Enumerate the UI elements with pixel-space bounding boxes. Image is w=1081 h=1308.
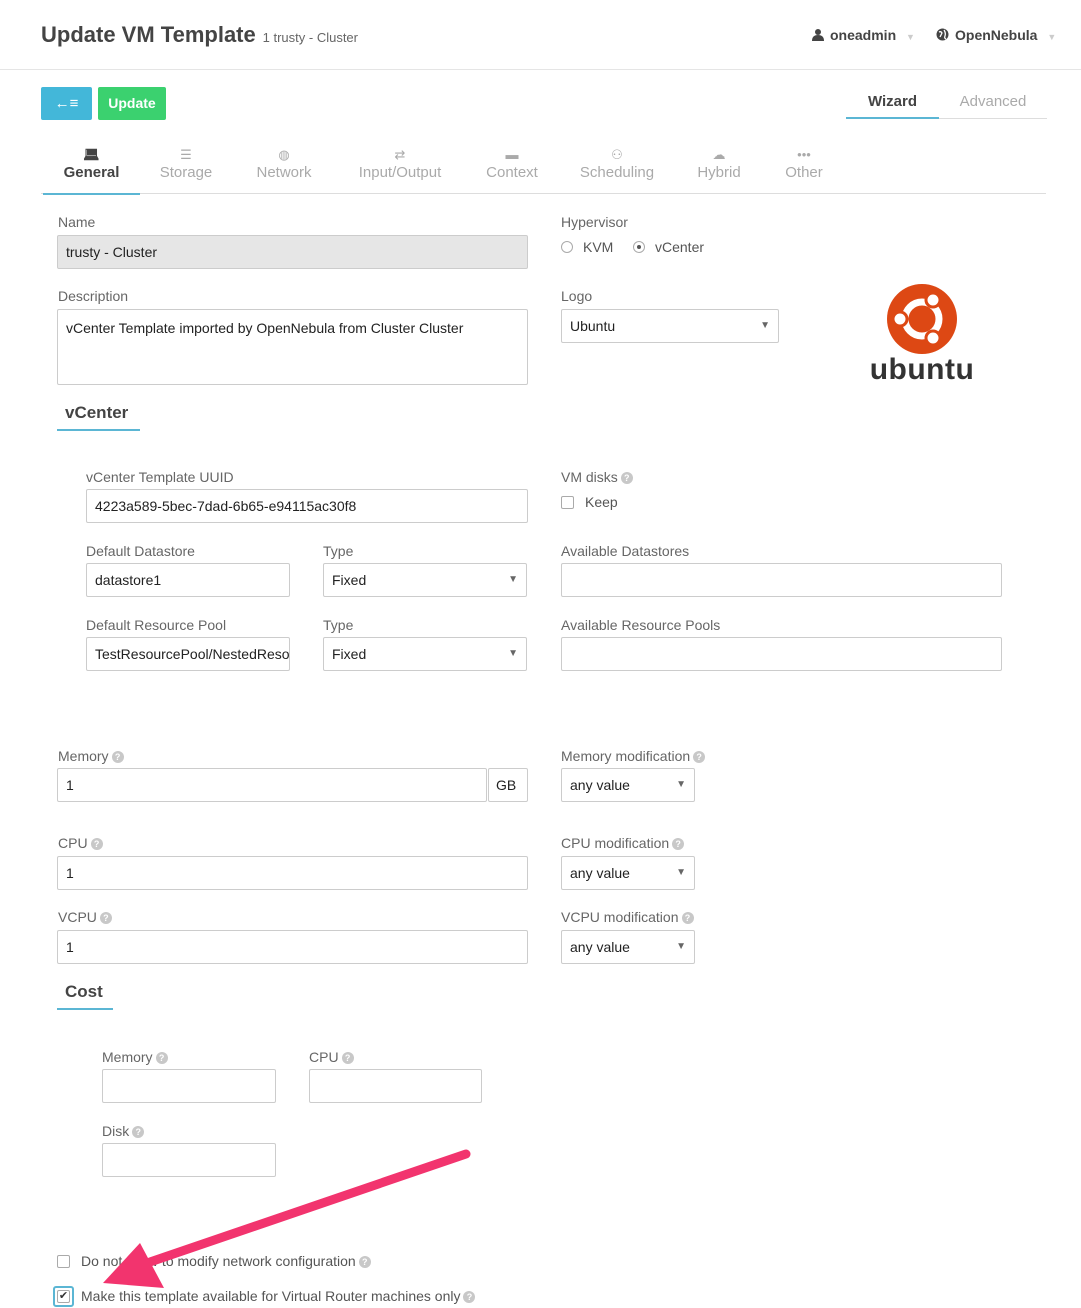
annotation-arrow — [103, 1149, 471, 1288]
